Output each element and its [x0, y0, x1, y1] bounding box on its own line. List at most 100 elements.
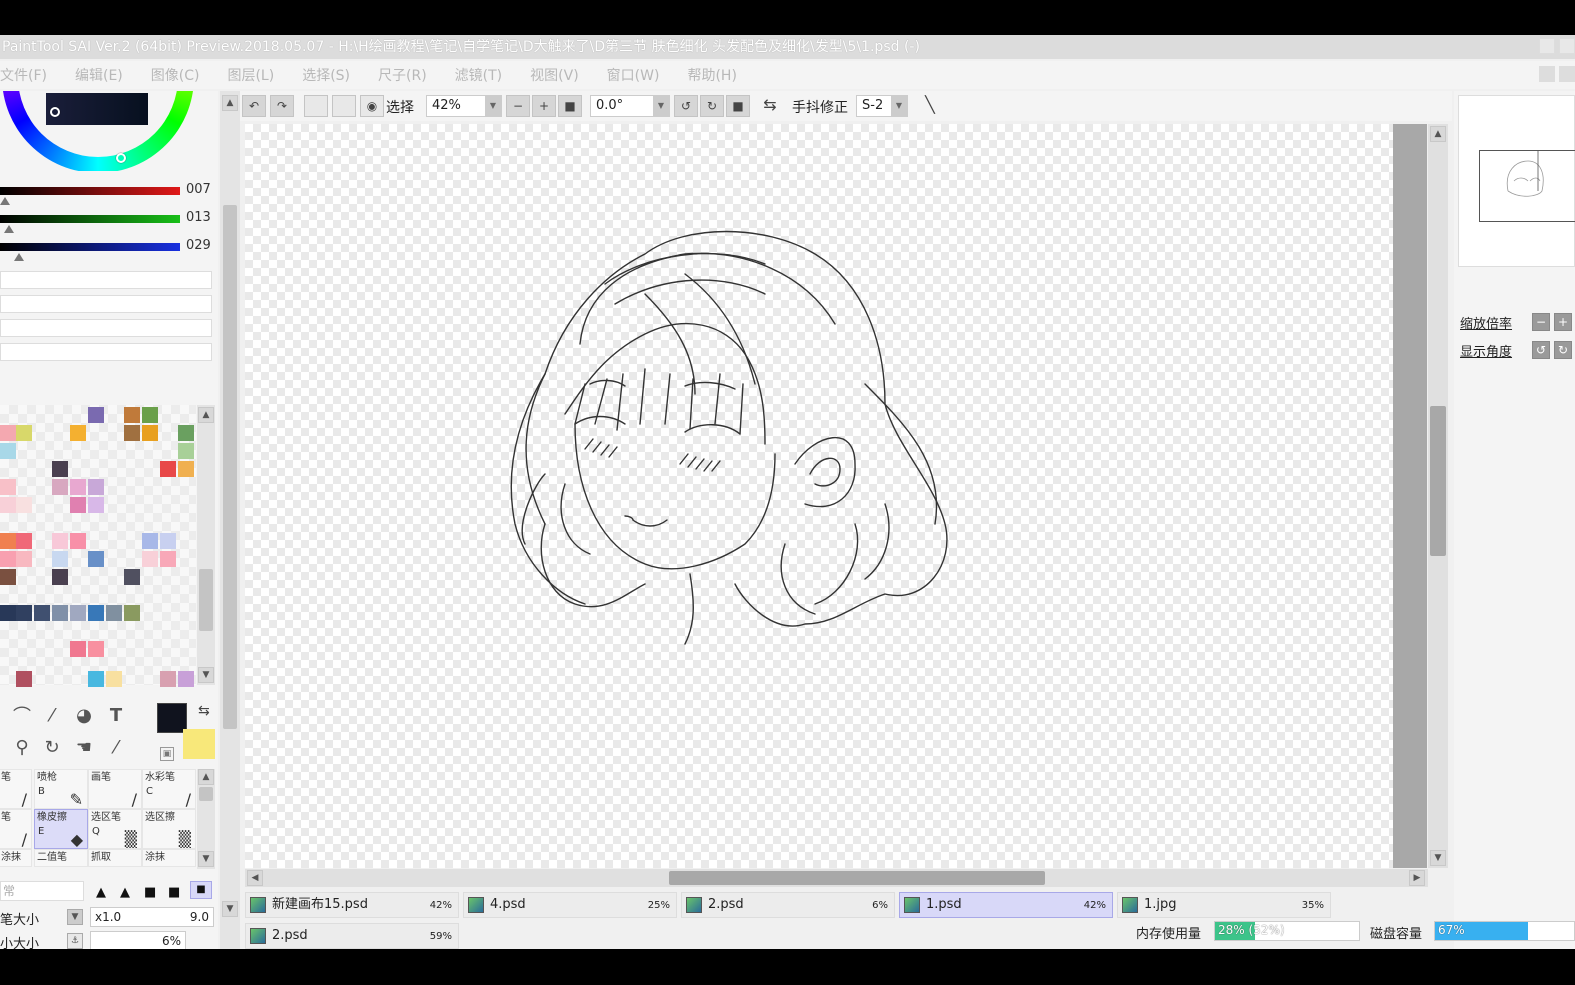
swatch[interactable]: [0, 551, 16, 567]
left-panel-scrollbar[interactable]: ▲ ▼: [220, 91, 240, 949]
scroll-up-button[interactable]: ▲: [1430, 126, 1446, 142]
swatch[interactable]: [52, 569, 68, 585]
swatch[interactable]: [70, 641, 86, 657]
swatch[interactable]: [0, 569, 16, 585]
swatch[interactable]: [178, 425, 194, 441]
swatch[interactable]: [160, 461, 176, 477]
menu-edit[interactable]: 编辑(E): [61, 65, 137, 85]
size-dropdown-button[interactable]: ▼: [67, 909, 83, 925]
swatch[interactable]: [88, 641, 104, 657]
swatch[interactable]: [124, 605, 140, 621]
menu-window[interactable]: 窗口(W): [593, 65, 674, 85]
blend-mode-select[interactable]: 常: [0, 881, 84, 901]
straight-line-icon[interactable]: ╲: [918, 95, 942, 117]
transparent-color-icon[interactable]: ▣: [160, 747, 174, 761]
green-slider[interactable]: 013: [0, 210, 215, 235]
flip-horizontal-icon[interactable]: ⇆: [758, 95, 782, 117]
scroll-down-button[interactable]: ▼: [1430, 850, 1446, 866]
green-slider-track[interactable]: [0, 215, 180, 223]
navigator-preview[interactable]: [1458, 95, 1575, 267]
sv-marker[interactable]: [50, 107, 60, 117]
text-tool-icon[interactable]: T: [102, 701, 130, 729]
eraser-tool-selected[interactable]: 橡皮擦 E ◆: [34, 809, 88, 849]
swap-colors-icon[interactable]: ⇆: [198, 703, 210, 719]
swatch[interactable]: [88, 671, 104, 687]
brush-shape-round-icon[interactable]: ▲: [120, 885, 130, 900]
scroll-down-button[interactable]: ▼: [198, 667, 214, 683]
zoom-icon[interactable]: ⚲: [8, 733, 36, 761]
rotate-left-button[interactable]: ↺: [674, 95, 698, 117]
swatch[interactable]: [178, 443, 194, 459]
brush-tool[interactable]: 笔 /: [0, 809, 32, 849]
brush-shape-selected-icon[interactable]: ■: [190, 881, 212, 899]
scroll-thumb[interactable]: [1430, 406, 1446, 556]
document-tab[interactable]: 1.jpg 35%: [1117, 892, 1331, 918]
color-wheel[interactable]: [0, 91, 200, 171]
magic-wand-icon[interactable]: ⁄: [38, 701, 66, 729]
swatch[interactable]: [0, 497, 16, 513]
swatch[interactable]: [106, 671, 122, 687]
swatch[interactable]: [124, 569, 140, 585]
zoom-out-button[interactable]: −: [506, 95, 530, 117]
swatch[interactable]: [88, 407, 104, 423]
blue-slider[interactable]: 029: [0, 238, 215, 263]
color-slot-4[interactable]: [0, 343, 212, 361]
canvas-vertical-scrollbar[interactable]: ▲ ▼: [1428, 124, 1448, 868]
doc-minimize-button[interactable]: [1539, 66, 1555, 82]
chevron-down-icon[interactable]: ▼: [891, 96, 907, 116]
swatch[interactable]: [16, 497, 32, 513]
red-slider-handle[interactable]: [0, 197, 10, 205]
swatch[interactable]: [52, 461, 68, 477]
scroll-thumb[interactable]: [199, 569, 213, 631]
maximize-button[interactable]: [1559, 38, 1575, 54]
canvas[interactable]: [245, 124, 1393, 868]
menu-view[interactable]: 视图(V): [516, 65, 593, 85]
swatch[interactable]: [0, 605, 16, 621]
min-size-field[interactable]: 6%: [90, 931, 186, 949]
document-tab[interactable]: 2.psd 6%: [681, 892, 895, 918]
canvas-horizontal-scrollbar[interactable]: ◀ ▶: [245, 869, 1428, 887]
doc-restore-button[interactable]: [1559, 66, 1575, 82]
swatch[interactable]: [142, 533, 158, 549]
angle-field[interactable]: 0.0° ▼: [590, 95, 670, 117]
menu-help[interactable]: 帮助(H): [673, 65, 750, 85]
swatch[interactable]: [52, 479, 68, 495]
brush-tool[interactable]: 涂抹: [142, 849, 196, 867]
menu-layer[interactable]: 图层(L): [213, 65, 288, 85]
red-slider[interactable]: 007: [0, 182, 215, 207]
brush-tool[interactable]: 选区笔 Q ▒: [88, 809, 142, 849]
swatch[interactable]: [16, 671, 32, 687]
swatch[interactable]: [70, 533, 86, 549]
color-slot-2[interactable]: [0, 295, 212, 313]
swatch[interactable]: [142, 407, 158, 423]
brush-shape-square-icon[interactable]: ■: [168, 885, 180, 900]
brush-tool[interactable]: 笔 /: [0, 769, 32, 809]
hue-marker[interactable]: [116, 153, 126, 163]
swatch[interactable]: [88, 605, 104, 621]
swatch[interactable]: [160, 551, 176, 567]
redo-button[interactable]: ↷: [270, 95, 294, 117]
zoom-in-button[interactable]: +: [532, 95, 556, 117]
eye-icon[interactable]: ◉: [360, 95, 384, 117]
swatch[interactable]: [124, 407, 140, 423]
swatch[interactable]: [124, 425, 140, 441]
swatch[interactable]: [0, 479, 16, 495]
blue-slider-track[interactable]: [0, 243, 180, 251]
rotate-right-button[interactable]: ↻: [700, 95, 724, 117]
hand-icon[interactable]: ☚: [70, 733, 98, 761]
chevron-down-icon[interactable]: ▼: [485, 96, 501, 116]
scroll-left-button[interactable]: ◀: [247, 870, 263, 886]
scroll-up-button[interactable]: ▲: [198, 407, 214, 423]
document-tab[interactable]: 4.psd 25%: [463, 892, 677, 918]
menu-image[interactable]: 图像(C): [137, 65, 214, 85]
nav-rotate-right-button[interactable]: ↻: [1554, 341, 1572, 359]
red-slider-track[interactable]: [0, 187, 180, 195]
scroll-right-button[interactable]: ▶: [1409, 870, 1425, 886]
swatch[interactable]: [160, 671, 176, 687]
scroll-thumb[interactable]: [199, 787, 213, 801]
swatch[interactable]: [70, 497, 86, 513]
swatch[interactable]: [52, 551, 68, 567]
stabilizer-field[interactable]: S-2 ▼: [856, 95, 908, 117]
swatch-scrollbar[interactable]: ▲ ▼: [197, 405, 215, 685]
nav-rotate-left-button[interactable]: ↺: [1532, 341, 1550, 359]
